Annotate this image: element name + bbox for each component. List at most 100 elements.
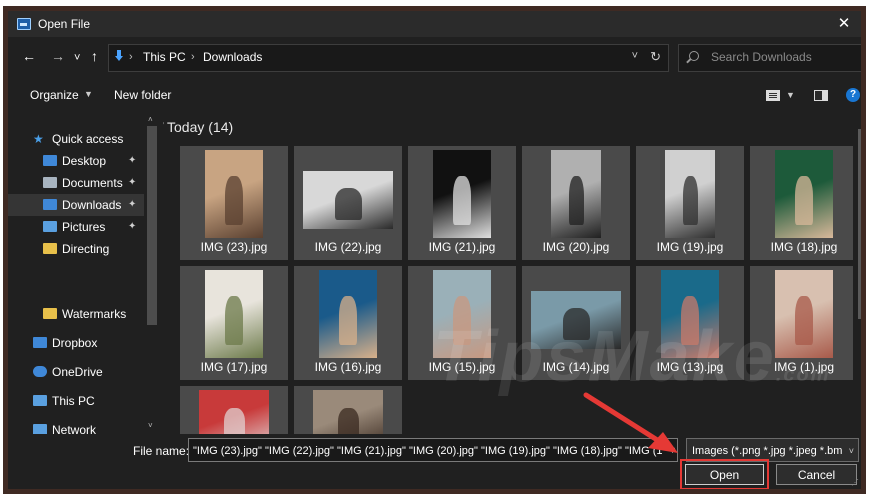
sidebar-item[interactable]: Dropbox <box>8 332 144 354</box>
file-name-label: IMG (17).jpg <box>200 360 268 374</box>
dropbox-icon <box>33 337 47 348</box>
breadcrumb-downloads[interactable]: Downloads <box>203 50 262 64</box>
file-name-label: IMG (19).jpg <box>656 240 724 254</box>
window-title: Open File <box>38 17 91 31</box>
search-box[interactable] <box>678 44 861 72</box>
address-bar[interactable]: › This PC › Downloads ˅ ↻ <box>108 44 669 72</box>
title-bar[interactable]: Open File ✕ <box>8 11 861 37</box>
image-thumbnail <box>205 150 263 238</box>
sidebar-item-label: Quick access <box>52 132 124 146</box>
group-label: Today (14) <box>167 119 234 135</box>
image-thumbnail <box>551 150 601 238</box>
image-thumbnail <box>199 390 269 434</box>
help-icon[interactable]: ? <box>846 88 860 102</box>
organize-button[interactable]: Organize <box>30 88 79 102</box>
file-tile[interactable]: IMG (14).jpg <box>522 266 630 380</box>
image-thumbnail <box>433 270 491 358</box>
sidebar-item[interactable]: Directing <box>8 238 144 260</box>
pin-icon[interactable]: ✦ <box>128 194 136 216</box>
collapse-caret-icon[interactable]: ˅ <box>163 120 164 130</box>
recent-locations-icon[interactable]: ˅ <box>74 50 80 66</box>
sidebar-item[interactable]: OneDrive <box>8 361 144 383</box>
image-thumbnail <box>775 150 833 238</box>
sidebar-item[interactable]: Documents ✦ <box>8 172 144 194</box>
sidebar-item-label: OneDrive <box>52 365 103 379</box>
file-tile[interactable]: IMG (1).jpg <box>750 266 853 380</box>
image-thumbnail <box>319 270 377 358</box>
organize-caret-icon[interactable]: ▼ <box>84 89 93 99</box>
file-name-label: IMG (14).jpg <box>542 360 610 374</box>
file-name-label: IMG (20).jpg <box>542 240 610 254</box>
close-button[interactable]: ✕ <box>827 11 861 37</box>
address-dropdown-icon[interactable]: ˅ <box>632 50 638 62</box>
file-name-label: IMG (15).jpg <box>428 360 496 374</box>
file-name-label: IMG (1).jpg <box>773 360 834 374</box>
resize-grip-icon[interactable]: ⋰ <box>851 478 859 487</box>
file-name-dropdown-icon[interactable]: ▼ <box>667 438 678 462</box>
file-tile[interactable]: IMG (18).jpg <box>750 146 853 260</box>
scroll-down-icon[interactable]: ˅ <box>148 421 153 430</box>
up-arrow-icon[interactable]: ↑ <box>91 48 98 64</box>
sidebar-item-label: Dropbox <box>52 336 98 350</box>
file-tile[interactable]: IMG (17).jpg <box>180 266 288 380</box>
refresh-icon[interactable]: ↻ <box>650 49 661 65</box>
sidebar-item[interactable]: Watermarks <box>8 303 144 325</box>
file-name-label: IMG (22).jpg <box>314 240 382 254</box>
search-icon <box>689 51 699 61</box>
sidebar-item-label: Network <box>52 423 97 434</box>
sidebar-item[interactable]: Downloads ✦ <box>8 194 144 216</box>
file-tile[interactable]: IMG (16).jpg <box>294 266 402 380</box>
view-options-icon[interactable] <box>766 90 780 101</box>
file-tile[interactable]: IMG (22).jpg <box>294 146 402 260</box>
chevron-down-icon[interactable]: ˅ <box>849 439 854 461</box>
file-tile[interactable]: IMG (13).jpg <box>636 266 744 380</box>
sidebar-item-label: Watermarks <box>62 307 127 321</box>
cancel-button[interactable]: Cancel <box>776 464 857 485</box>
desktop-folder-icon <box>43 155 57 166</box>
sidebar-item-label: Desktop <box>62 154 107 168</box>
sidebar-item[interactable]: ★ Quick access <box>8 128 144 150</box>
sidebar-item[interactable]: Desktop ✦ <box>8 150 144 172</box>
content-scroll-thumb[interactable] <box>858 129 861 319</box>
back-arrow-icon[interactable]: ← <box>22 48 36 64</box>
view-caret-icon[interactable]: ▼ <box>786 90 795 100</box>
sidebar-item-label: Directing <box>62 242 110 256</box>
file-tile[interactable]: IMG (21).jpg <box>408 146 516 260</box>
pin-icon[interactable]: ✦ <box>128 172 136 194</box>
file-name-label: IMG (23).jpg <box>200 240 268 254</box>
file-name-label: File name: <box>133 444 190 458</box>
file-tile[interactable]: IMG (19).jpg <box>636 146 744 260</box>
pin-icon[interactable]: ✦ <box>128 216 136 238</box>
breadcrumb-separator: › <box>191 51 195 63</box>
download-icon <box>43 199 57 210</box>
open-button[interactable]: Open <box>685 464 764 485</box>
sidebar-item[interactable]: This PC <box>8 390 144 412</box>
computer-icon <box>33 395 47 406</box>
pin-icon[interactable]: ✦ <box>128 150 136 172</box>
breadcrumb-this-pc[interactable]: This PC <box>143 50 186 64</box>
sidebar-scroll-thumb[interactable] <box>147 126 157 325</box>
image-thumbnail <box>665 150 715 238</box>
new-folder-button[interactable]: New folder <box>114 88 171 102</box>
forward-arrow-icon[interactable]: → <box>51 48 65 64</box>
command-bar: Organize ▼ New folder ▼ ? <box>8 79 861 109</box>
file-name-field[interactable]: "IMG (23).jpg" "IMG (22).jpg" "IMG (21).… <box>188 438 678 462</box>
search-input[interactable] <box>711 46 856 68</box>
file-tile[interactable]: IMG (15).jpg <box>408 266 516 380</box>
scroll-up-icon[interactable]: ˄ <box>148 115 153 124</box>
sidebar-item[interactable]: Pictures ✦ <box>8 216 144 238</box>
image-thumbnail <box>661 270 719 358</box>
file-tile[interactable]: IMG (23).jpg <box>180 146 288 260</box>
file-list: ˅ Today (14) IMG (23).jpg IMG (22).jpg IMG… <box>163 111 853 434</box>
sidebar-item[interactable]: Network <box>8 419 144 434</box>
sidebar-item-label: Documents <box>62 176 123 190</box>
file-tile[interactable] <box>180 386 288 434</box>
file-tile[interactable]: IMG (20).jpg <box>522 146 630 260</box>
file-tile[interactable] <box>294 386 402 434</box>
file-type-filter-value: Images (*.png *.jpg *.jpeg *.bm <box>692 445 843 457</box>
folder-icon <box>43 308 57 319</box>
preview-pane-icon[interactable] <box>814 90 828 101</box>
sidebar-item-label: Downloads <box>62 198 122 212</box>
app-icon <box>17 18 31 30</box>
group-header[interactable]: ˅ Today (14) <box>163 119 234 135</box>
